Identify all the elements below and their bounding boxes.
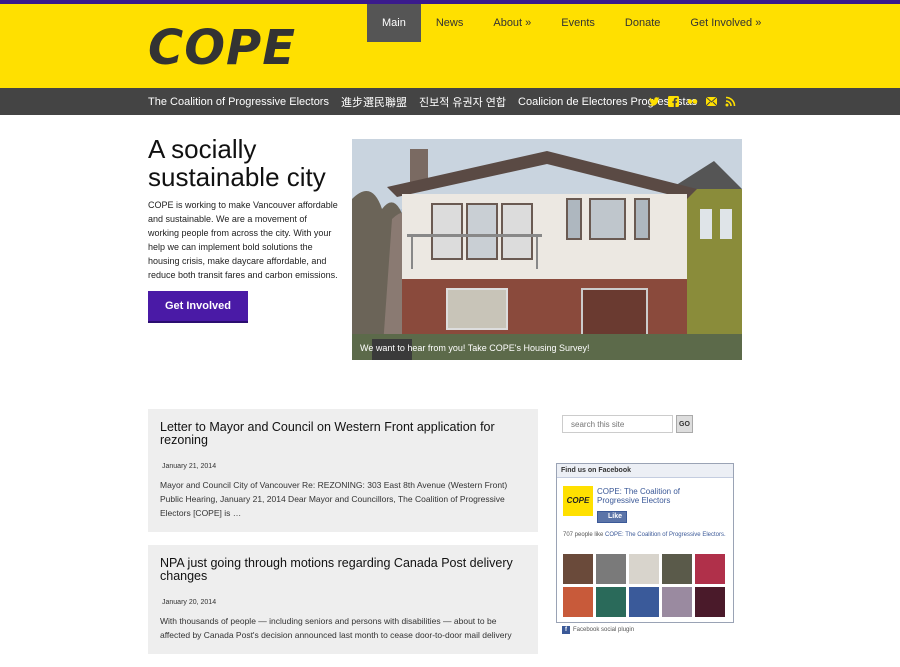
- facebook-like-button[interactable]: Like: [597, 511, 627, 523]
- facebook-widget: Find us on Facebook COPE COPE: The Coali…: [556, 463, 734, 623]
- fan-avatar[interactable]: [596, 587, 626, 617]
- fan-avatar[interactable]: [596, 554, 626, 584]
- fan-avatar[interactable]: [563, 554, 593, 584]
- subbar-link-chinese[interactable]: 進步選民聯盟: [341, 94, 407, 110]
- facebook-page-name[interactable]: COPE: The Coalition of Progressive Elect…: [597, 487, 697, 505]
- get-involved-button[interactable]: Get Involved: [148, 291, 248, 321]
- fan-avatar[interactable]: [629, 554, 659, 584]
- site-logo[interactable]: COPE: [148, 20, 296, 76]
- social-icons: [648, 94, 736, 107]
- fan-avatar[interactable]: [695, 554, 725, 584]
- facebook-plugin-text[interactable]: Facebook social plugin: [573, 627, 634, 633]
- subbar-link-english[interactable]: The Coalition of Progressive Electors: [148, 96, 329, 108]
- facebook-small-icon: f: [562, 626, 570, 634]
- nav-item-donate[interactable]: Donate: [610, 4, 675, 42]
- search-input[interactable]: [562, 415, 673, 433]
- nav-item-about[interactable]: About »: [478, 4, 546, 42]
- hero-title: A socially sustainable city: [148, 134, 326, 192]
- fan-avatar[interactable]: [629, 587, 659, 617]
- language-bar: The Coalition of Progressive Electors 進步…: [0, 88, 900, 115]
- hero-section: A socially sustainable city COPE is work…: [0, 115, 900, 405]
- main-nav: Main News About » Events Donate Get Invo…: [367, 4, 776, 42]
- email-icon[interactable]: [705, 94, 718, 107]
- nav-item-news[interactable]: News: [421, 4, 479, 42]
- house-photo-image: [352, 139, 742, 360]
- facebook-page-logo[interactable]: COPE: [563, 486, 593, 516]
- like-count-text: 707 people like: [563, 532, 606, 538]
- post-list: Letter to Mayor and Council on Western F…: [148, 409, 538, 667]
- photo-caption[interactable]: We want to hear from you! Take COPE's Ho…: [360, 343, 590, 353]
- post-date: January 20, 2014: [162, 599, 217, 606]
- fan-avatar[interactable]: [662, 554, 692, 584]
- site-header: COPE Main News About » Events Donate Get…: [0, 4, 900, 88]
- post-excerpt: Mayor and Council City of Vancouver Re: …: [160, 480, 508, 518]
- facebook-faces: [563, 554, 725, 617]
- twitter-icon[interactable]: [648, 94, 660, 106]
- facebook-widget-header: Find us on Facebook: [557, 464, 733, 478]
- like-count-page-link[interactable]: COPE: The Coalition of Progressive Elect…: [605, 532, 726, 538]
- post-date: January 21, 2014: [162, 463, 217, 470]
- site-search: GO: [562, 415, 693, 433]
- post-card: NPA just going through motions regarding…: [148, 545, 538, 654]
- fan-avatar[interactable]: [662, 587, 692, 617]
- nav-item-main[interactable]: Main: [367, 4, 421, 42]
- search-go-button[interactable]: GO: [676, 415, 693, 433]
- nav-item-get-involved[interactable]: Get Involved »: [675, 4, 776, 42]
- facebook-like-count: 707 people like COPE: The Coalition of P…: [563, 531, 728, 539]
- flickr-icon[interactable]: [687, 94, 698, 105]
- fan-avatar[interactable]: [695, 587, 725, 617]
- post-title[interactable]: Letter to Mayor and Council on Western F…: [160, 421, 526, 447]
- rss-icon[interactable]: [725, 94, 736, 107]
- hero-photo[interactable]: We want to hear from you! Take COPE's Ho…: [352, 139, 742, 360]
- subbar-link-korean[interactable]: 진보적 유권자 연합: [419, 94, 506, 110]
- post-title[interactable]: NPA just going through motions regarding…: [160, 557, 526, 583]
- fan-avatar[interactable]: [563, 587, 593, 617]
- hero-body: COPE is working to make Vancouver afford…: [148, 200, 338, 280]
- nav-item-events[interactable]: Events: [546, 4, 610, 42]
- facebook-plugin-label: f Facebook social plugin: [562, 626, 634, 634]
- facebook-icon[interactable]: [668, 94, 679, 107]
- post-excerpt: With thousands of people — including sen…: [160, 616, 512, 640]
- post-card: Letter to Mayor and Council on Western F…: [148, 409, 538, 532]
